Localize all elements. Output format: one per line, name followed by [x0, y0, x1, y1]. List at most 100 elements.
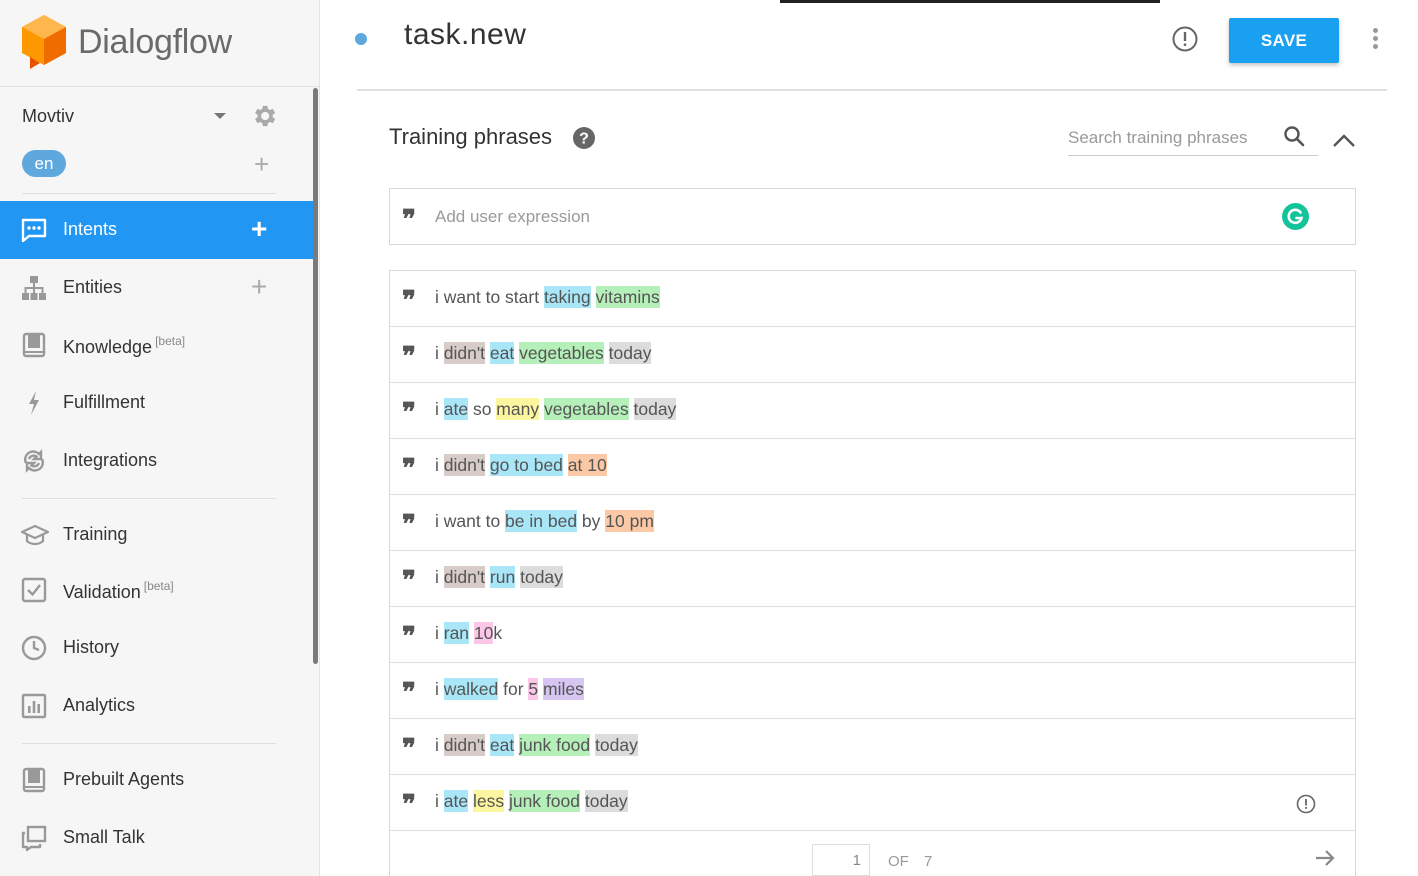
agent-selector[interactable]: Movtiv — [22, 104, 282, 128]
entity-annotation[interactable]: junk food — [519, 734, 591, 756]
training-phrase-text[interactable]: i walked for 5 miles — [435, 678, 584, 700]
entity-annotation[interactable]: at 10 — [567, 454, 607, 476]
training-phrase-text[interactable]: i ate so many vegetables today — [435, 398, 677, 420]
training-phrase-row[interactable]: ❞ i ate so many vegetables today — [390, 383, 1355, 439]
training-phrase-text[interactable]: i ate less junk food today — [435, 790, 628, 812]
arrow-forward-icon[interactable] — [1314, 849, 1336, 872]
sitemap-icon — [20, 274, 48, 302]
warning-icon[interactable] — [1296, 794, 1316, 819]
entity-annotation[interactable]: ate — [443, 398, 469, 420]
intent-name[interactable]: task.new — [404, 18, 526, 52]
gear-icon[interactable] — [250, 102, 278, 135]
entity-annotation[interactable]: today — [595, 734, 638, 756]
entity-annotation[interactable]: didn't — [443, 566, 486, 588]
phrase-segment: i — [435, 399, 444, 419]
sidebar-item-knowledge[interactable]: Knowledge [beta] — [0, 316, 313, 374]
sidebar-item-text: History — [63, 637, 120, 657]
entity-annotation[interactable]: didn't — [443, 342, 486, 364]
training-phrase-row[interactable]: ❞ i didn't eat vegetables today — [390, 327, 1355, 383]
entity-annotation[interactable]: vegetables — [543, 398, 629, 420]
entity-annotation[interactable]: go to bed — [489, 454, 563, 476]
entity-annotation[interactable]: today — [633, 398, 677, 420]
entity-annotation[interactable]: less — [472, 790, 505, 812]
entity-annotation[interactable]: walked — [443, 678, 499, 700]
entity-annotation[interactable]: today — [520, 566, 563, 588]
entity-annotation[interactable]: taking — [543, 286, 591, 308]
more-vert-icon[interactable] — [1369, 28, 1381, 50]
entity-annotation[interactable]: run — [489, 566, 516, 588]
quote-icon: ❞ — [402, 790, 416, 820]
entity-annotation[interactable]: be in bed — [505, 510, 578, 532]
sidebar-item-label: Entities — [63, 277, 122, 298]
help-icon[interactable]: ? — [572, 126, 596, 155]
entity-annotation[interactable]: ate — [443, 790, 469, 812]
entity-annotation[interactable]: ran — [443, 622, 470, 644]
entity-annotation[interactable]: many — [496, 398, 540, 420]
training-phrase-text[interactable]: i want to start taking vitamins — [435, 286, 660, 308]
phrase-segment: i — [435, 567, 444, 587]
sidebar-item-analytics[interactable]: Analytics — [0, 677, 313, 735]
phrase-segment: so — [468, 399, 497, 419]
clock-icon — [20, 634, 48, 662]
entity-annotation[interactable]: eat — [489, 342, 515, 364]
training-phrase-text[interactable]: i want to be in bed by 10 pm — [435, 510, 654, 532]
entity-annotation[interactable]: junk food — [508, 790, 580, 812]
dialogflow-logo[interactable]: Dialogflow — [20, 12, 232, 72]
training-phrase-text[interactable]: i didn't eat junk food today — [435, 734, 638, 756]
sidebar-item-intents[interactable]: Intents + — [0, 201, 313, 259]
training-phrase-row[interactable]: ❞ i walked for 5 miles — [390, 663, 1355, 719]
phrase-segment — [604, 342, 609, 364]
training-phrase-row[interactable]: ❞ i didn't go to bed at 10 — [390, 439, 1355, 495]
chevron-up-icon[interactable] — [1331, 130, 1357, 155]
sidebar-scrollbar[interactable] — [313, 88, 318, 664]
chevron-down-icon[interactable] — [214, 113, 226, 119]
add-language-icon[interactable]: + — [254, 151, 269, 177]
training-phrase-row[interactable]: ❞ i want to start taking vitamins — [390, 271, 1355, 327]
entity-annotation[interactable]: 10 pm — [605, 510, 654, 532]
sidebar-item-integrations[interactable]: Integrations — [0, 432, 313, 490]
sidebar-item-training[interactable]: Training — [0, 506, 313, 564]
training-phrase-row[interactable]: ❞ i ate less junk food today — [390, 775, 1355, 831]
training-phrase-text[interactable]: i didn't run today — [435, 566, 563, 588]
quote-icon: ❞ — [402, 510, 416, 540]
sidebar-item-fulfillment[interactable]: Fulfillment — [0, 374, 313, 432]
entity-annotation[interactable]: today — [584, 790, 628, 812]
training-phrase-row[interactable]: ❞ i want to be in bed by 10 pm — [390, 495, 1355, 551]
entity-annotation[interactable]: didn't — [443, 734, 486, 756]
grammarly-icon[interactable] — [1282, 203, 1309, 230]
training-phrase-text[interactable]: i ran 10k — [435, 622, 502, 644]
search-input[interactable] — [1068, 126, 1268, 150]
sidebar-item-text: Knowledge — [63, 337, 153, 357]
entity-annotation[interactable]: vegetables — [519, 342, 604, 364]
training-phrase-row[interactable]: ❞ i didn't run today — [390, 551, 1355, 607]
sidebar-item-entities[interactable]: Entities + — [0, 259, 313, 317]
training-phrase-text[interactable]: i didn't eat vegetables today — [435, 342, 652, 364]
page-number-input[interactable] — [812, 844, 870, 876]
entity-annotation[interactable]: today — [608, 342, 652, 364]
sidebar-item-history[interactable]: History — [0, 619, 313, 677]
sidebar-item-text: Validation — [63, 582, 141, 602]
save-button[interactable]: SAVE — [1229, 18, 1339, 63]
entity-annotation[interactable]: miles — [543, 678, 584, 700]
sidebar-item-smalltalk[interactable]: Small Talk — [0, 809, 313, 867]
entity-annotation[interactable]: didn't — [443, 454, 486, 476]
search-box — [1068, 120, 1318, 156]
add-expression-input[interactable] — [435, 204, 1235, 230]
alert-icon[interactable] — [1171, 25, 1199, 58]
sidebar-item-prebuilt[interactable]: Prebuilt Agents — [0, 751, 313, 809]
language-chip[interactable]: en — [22, 150, 66, 177]
sidebar-item-label: Training — [63, 524, 127, 545]
training-phrase-row[interactable]: ❞ i ran 10k — [390, 607, 1355, 663]
entity-annotation[interactable]: vitamins — [595, 286, 660, 308]
training-phrase-row[interactable]: ❞ i didn't eat junk food today — [390, 719, 1355, 775]
entity-annotation[interactable]: eat — [489, 734, 515, 756]
training-phrase-text[interactable]: i didn't go to bed at 10 — [435, 454, 607, 476]
status-dot — [355, 33, 367, 45]
add-intents-icon[interactable]: + — [251, 215, 267, 243]
sidebar-item-validation[interactable]: Validation [beta] — [0, 561, 313, 619]
entity-annotation[interactable]: 5 — [528, 678, 539, 700]
add-entities-icon[interactable]: + — [251, 273, 267, 301]
search-icon[interactable] — [1282, 124, 1306, 153]
quote-icon: ❞ — [402, 205, 416, 235]
entity-annotation[interactable]: 10 — [473, 622, 494, 644]
